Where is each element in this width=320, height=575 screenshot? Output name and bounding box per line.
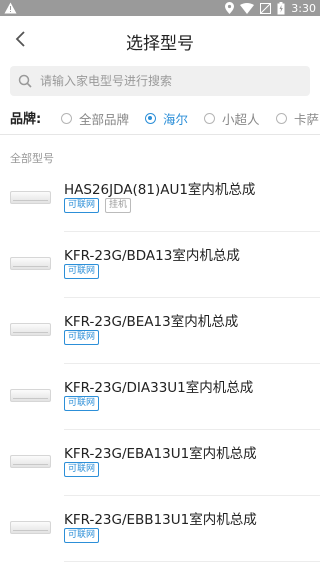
brand-option-label: 小超人	[222, 112, 260, 127]
radio-icon	[61, 113, 72, 124]
warning-icon	[4, 2, 17, 14]
search-box[interactable]	[10, 66, 310, 96]
model-name: KFR-23G/BDA13室内机总成	[64, 248, 240, 264]
brand-option-label: 全部品牌	[79, 112, 130, 127]
model-name: KFR-23G/DIA33U1室内机总成	[64, 380, 254, 396]
online-tag: 可联网	[64, 264, 100, 279]
online-tag: 可联网	[64, 198, 100, 213]
model-name: KFR-23G/EBB13U1室内机总成	[64, 512, 257, 528]
model-name: HAS26JDA(81)AU1室内机总成	[64, 182, 256, 198]
model-name: KFR-23G/EBA13U1室内机总成	[64, 446, 257, 462]
location-icon	[225, 2, 235, 14]
air-conditioner-image	[10, 455, 51, 470]
status-time: 3:30	[291, 1, 316, 15]
search-input[interactable]	[40, 74, 290, 88]
air-conditioner-image	[10, 257, 51, 272]
radio-icon	[204, 113, 215, 124]
brand-option-all[interactable]: 全部品牌	[61, 109, 129, 128]
radio-icon	[276, 113, 287, 124]
air-conditioner-image	[10, 521, 51, 536]
brand-filter: 品牌: 全部品牌 海尔 小超人 卡萨	[0, 102, 320, 134]
list-item[interactable]: HAS26JDA(81)AU1室内机总成 可联网 挂机	[0, 166, 320, 232]
air-conditioner-image	[10, 191, 51, 206]
list-item[interactable]: KFR-23G/EBB13U1室内机总成 可联网	[0, 496, 320, 562]
online-tag: 可联网	[64, 462, 100, 477]
brand-option-label: 卡萨	[294, 112, 320, 127]
online-tag: 可联网	[64, 528, 100, 543]
online-tag: 可联网	[64, 396, 100, 411]
model-name: KFR-23G/BEA13室内机总成	[64, 314, 239, 330]
wifi-icon	[240, 2, 255, 14]
header: 选择型号	[0, 16, 320, 62]
type-tag: 挂机	[105, 198, 132, 213]
brand-option-kasa[interactable]: 卡萨	[276, 109, 319, 128]
online-tag: 可联网	[64, 330, 100, 345]
model-list: HAS26JDA(81)AU1室内机总成 可联网 挂机 KFR-23G/BDA1…	[0, 166, 320, 562]
brand-option-haier[interactable]: 海尔	[145, 109, 188, 128]
air-conditioner-image	[10, 323, 51, 338]
section-title: 全部型号	[10, 152, 54, 165]
list-item[interactable]: KFR-23G/BDA13室内机总成 可联网	[0, 232, 320, 298]
air-conditioner-image	[10, 389, 51, 404]
list-item[interactable]: KFR-23G/EBA13U1室内机总成 可联网	[0, 430, 320, 496]
search-icon	[18, 73, 34, 89]
signal-off-icon	[260, 2, 272, 14]
status-bar: 3:30	[0, 0, 320, 16]
battery-icon	[277, 1, 285, 15]
page-title: 选择型号	[126, 34, 194, 54]
brand-option-xiaochaoren[interactable]: 小超人	[204, 109, 260, 128]
brand-option-label: 海尔	[163, 112, 189, 127]
divider	[64, 561, 320, 562]
radio-selected-icon	[145, 113, 156, 124]
brand-filter-label: 品牌:	[10, 112, 42, 127]
list-item[interactable]: KFR-23G/DIA33U1室内机总成 可联网	[0, 364, 320, 430]
list-item[interactable]: KFR-23G/BEA13室内机总成 可联网	[0, 298, 320, 364]
